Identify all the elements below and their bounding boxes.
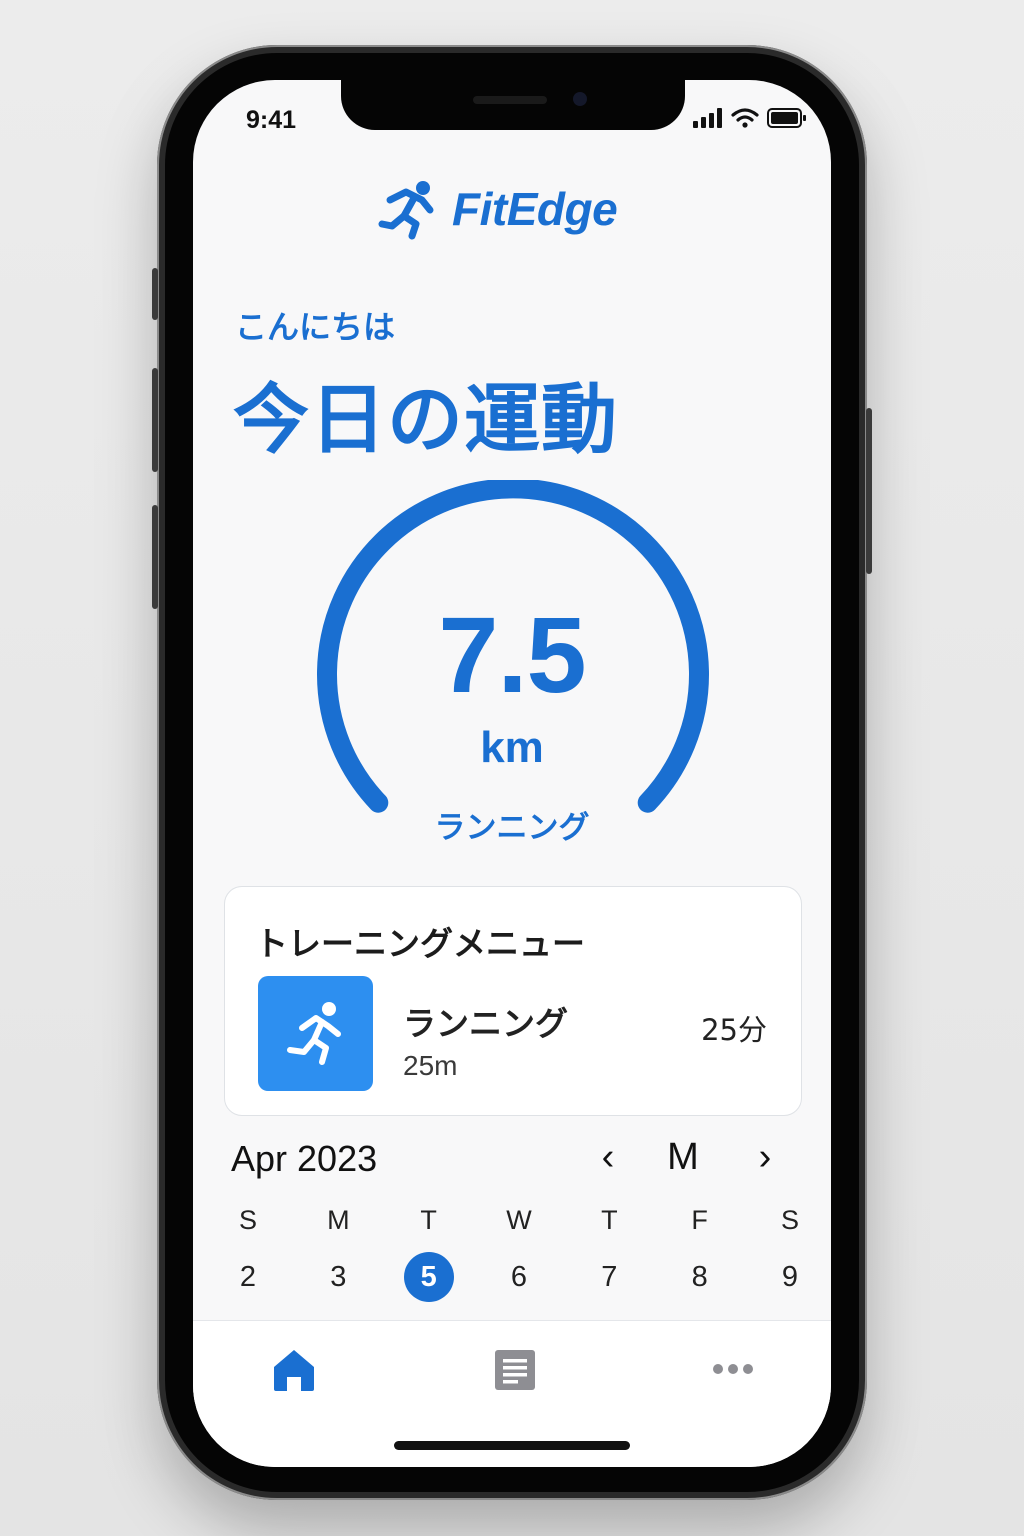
- weekday-label: S: [780, 1204, 799, 1235]
- tab-more[interactable]: [711, 1361, 755, 1381]
- brand-name: FitEdge: [452, 183, 618, 235]
- calendar-day[interactable]: 6: [492, 1250, 546, 1304]
- calendar-day[interactable]: 8: [673, 1250, 727, 1304]
- brand-logo: FitEdge: [378, 178, 618, 240]
- home-icon: [274, 1350, 314, 1391]
- calendar-month: Apr 2023: [231, 1138, 378, 1179]
- home-indicator[interactable]: [394, 1441, 630, 1450]
- training-item-distance: 25m: [403, 1050, 458, 1081]
- wifi-icon: [731, 108, 759, 128]
- weekday-label: T: [420, 1204, 437, 1235]
- calendar-weekday-row: S M T W T F S: [221, 1193, 817, 1247]
- app-screen: 9:41 FitEdge こんにちは 今日の運動 7.5 km ランニング トレ…: [193, 80, 831, 1467]
- runner-icon: [287, 1002, 341, 1065]
- calendar-day-selected[interactable]: 5: [402, 1250, 456, 1304]
- front-camera: [573, 92, 587, 106]
- power-button: [866, 408, 872, 574]
- signal-icon: [693, 108, 722, 128]
- more-icon: [713, 1364, 753, 1374]
- calendar-next-button[interactable]: ›: [745, 1136, 785, 1179]
- training-menu-card: トレーニングメニュー ランニング 25m 25分: [224, 886, 802, 1116]
- training-item-duration: 25分: [701, 1013, 767, 1047]
- training-item-name[interactable]: ランニング: [403, 997, 568, 1045]
- training-menu-title: トレーニングメニュー: [255, 924, 585, 963]
- battery-icon: [767, 108, 806, 128]
- weekday-label: F: [691, 1204, 708, 1235]
- weekday-label: T: [601, 1204, 618, 1235]
- weekday-label: M: [327, 1204, 350, 1235]
- calendar-day[interactable]: 2: [221, 1250, 275, 1304]
- mute-switch: [152, 268, 158, 320]
- volume-down-button: [152, 505, 158, 609]
- speaker: [473, 96, 547, 104]
- calendar-prev-button[interactable]: ‹: [588, 1136, 628, 1179]
- weekday-label: W: [506, 1204, 532, 1235]
- status-icons: [693, 108, 807, 128]
- runner-icon: [378, 181, 434, 240]
- status-time: 9:41: [246, 106, 297, 134]
- activity-label: ランニング: [434, 810, 590, 846]
- selected-day-label: 5: [403, 1252, 454, 1302]
- calendar-day[interactable]: 9: [763, 1250, 817, 1304]
- weekday-label: S: [238, 1204, 257, 1235]
- tab-home[interactable]: [271, 1347, 317, 1397]
- calendar-day[interactable]: 7: [582, 1250, 636, 1304]
- calendar-day[interactable]: 3: [311, 1250, 365, 1304]
- notch: [341, 80, 685, 130]
- distance-unit: km: [480, 723, 544, 772]
- training-item-icon[interactable]: [258, 976, 373, 1091]
- calendar-days-row: 2 3 5 6 7 8 9: [221, 1250, 817, 1304]
- greeting-text: こんにちは: [235, 308, 396, 346]
- page-title: 今日の運動: [233, 375, 618, 464]
- distance-value: 7.5: [438, 594, 586, 715]
- tab-documents[interactable]: [494, 1349, 536, 1395]
- calendar-mode-button[interactable]: M: [663, 1136, 703, 1179]
- document-icon: [495, 1350, 535, 1390]
- volume-up-button: [152, 368, 158, 472]
